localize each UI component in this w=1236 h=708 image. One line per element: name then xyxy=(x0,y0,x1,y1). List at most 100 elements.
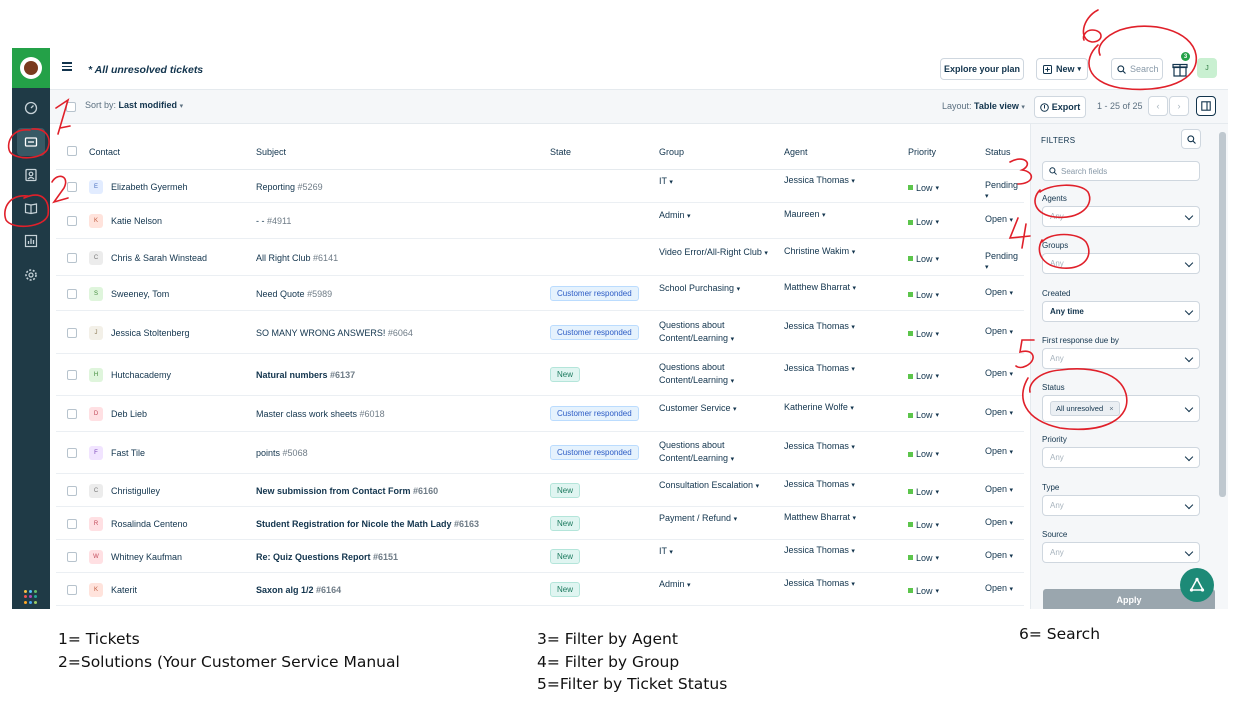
table-row[interactable]: S Sweeney, Tom Need Quote #5989 Customer re… xyxy=(56,276,1024,311)
type-select[interactable]: Any xyxy=(1042,495,1200,516)
column-state[interactable]: State xyxy=(550,147,571,157)
status-dropdown[interactable]: Open ▾ xyxy=(985,517,1013,527)
agent-dropdown[interactable]: Christine Wakim ▾ xyxy=(784,246,855,256)
group-dropdown[interactable]: IT ▾ xyxy=(659,175,673,189)
sort-dropdown[interactable]: Sort by: Last modified ▾ xyxy=(85,100,183,110)
export-button[interactable]: Export xyxy=(1034,96,1086,118)
column-priority[interactable]: Priority xyxy=(908,147,936,157)
row-checkbox[interactable] xyxy=(67,485,77,496)
priority-dropdown[interactable]: Low ▾ xyxy=(908,410,939,420)
row-checkbox[interactable] xyxy=(67,252,77,263)
table-row[interactable]: R Rosalinda Centeno Student Registration f… xyxy=(56,507,1024,540)
reports-icon[interactable] xyxy=(17,227,45,255)
ticket-subject[interactable]: Master class work sheets #6018 xyxy=(256,409,385,419)
priority-select[interactable]: Any xyxy=(1042,447,1200,468)
column-status[interactable]: Status xyxy=(985,147,1011,157)
priority-dropdown[interactable]: Low ▾ xyxy=(908,520,939,530)
status-dropdown[interactable]: Open ▾ xyxy=(985,368,1013,378)
toggle-filters-button[interactable] xyxy=(1196,96,1216,116)
explore-plan-button[interactable]: Explore your plan xyxy=(940,58,1024,80)
table-row[interactable]: K Katie Nelson - - #4911 Admin ▾ Maureen ▾ Lo… xyxy=(56,203,1024,239)
group-dropdown[interactable]: Questions about Content/Learning ▾ xyxy=(659,439,734,466)
row-checkbox[interactable] xyxy=(67,584,77,595)
solutions-icon[interactable] xyxy=(17,194,45,222)
select-all-checkbox[interactable] xyxy=(66,102,76,112)
agent-dropdown[interactable]: Jessica Thomas ▾ xyxy=(784,441,855,451)
status-dropdown[interactable]: Open ▾ xyxy=(985,484,1013,494)
priority-dropdown[interactable]: Low ▾ xyxy=(908,254,939,264)
group-dropdown[interactable]: Video Error/All-Right Club ▾ xyxy=(659,246,768,260)
agent-dropdown[interactable]: Jessica Thomas ▾ xyxy=(784,363,855,373)
status-dropdown[interactable]: Pending ▾ xyxy=(985,251,1024,271)
tickets-icon[interactable] xyxy=(17,128,45,156)
contact-name[interactable]: Elizabeth Gyermeh xyxy=(111,182,188,192)
ticket-subject[interactable]: - - #4911 xyxy=(256,216,291,226)
priority-dropdown[interactable]: Low ▾ xyxy=(908,487,939,497)
row-checkbox[interactable] xyxy=(67,288,77,299)
ticket-subject[interactable]: SO MANY WRONG ANSWERS! #6064 xyxy=(256,328,413,338)
group-dropdown[interactable]: Consultation Escalation ▾ xyxy=(659,479,759,493)
priority-dropdown[interactable]: Low ▾ xyxy=(908,183,939,193)
filter-fields-search[interactable]: Search fields xyxy=(1042,161,1200,181)
table-row[interactable]: J Jessica Stoltenberg SO MANY WRONG ANSWER… xyxy=(56,311,1024,354)
created-select[interactable]: Any time xyxy=(1042,301,1200,322)
status-dropdown[interactable]: Open ▾ xyxy=(985,407,1013,417)
column-subject[interactable]: Subject xyxy=(256,147,286,157)
row-checkbox[interactable] xyxy=(67,518,77,529)
agent-dropdown[interactable]: Matthew Bharrat ▾ xyxy=(784,512,856,522)
contacts-icon[interactable] xyxy=(17,161,45,189)
priority-dropdown[interactable]: Low ▾ xyxy=(908,329,939,339)
status-dropdown[interactable]: Open ▾ xyxy=(985,326,1013,336)
group-dropdown[interactable]: IT ▾ xyxy=(659,545,673,559)
contact-name[interactable]: Hutchacademy xyxy=(111,370,171,380)
contact-name[interactable]: Deb Lieb xyxy=(111,409,147,419)
agent-dropdown[interactable]: Jessica Thomas ▾ xyxy=(784,175,855,185)
column-contact[interactable]: Contact xyxy=(89,147,120,157)
status-select[interactable]: All unresolved × xyxy=(1042,395,1200,422)
ticket-subject[interactable]: Re: Quiz Questions Report #6151 xyxy=(256,552,398,562)
ticket-subject[interactable]: Need Quote #5989 xyxy=(256,289,332,299)
contact-name[interactable]: Katie Nelson xyxy=(111,216,162,226)
agent-dropdown[interactable]: Maureen ▾ xyxy=(784,209,826,219)
prev-page-button[interactable]: ‹ xyxy=(1148,96,1168,116)
contact-name[interactable]: Jessica Stoltenberg xyxy=(111,328,190,338)
priority-dropdown[interactable]: Low ▾ xyxy=(908,449,939,459)
ticket-subject[interactable]: All Right Club #6141 xyxy=(256,253,338,263)
status-dropdown[interactable]: Open ▾ xyxy=(985,446,1013,456)
agent-dropdown[interactable]: Jessica Thomas ▾ xyxy=(784,578,855,588)
row-checkbox[interactable] xyxy=(67,370,77,380)
group-dropdown[interactable]: School Purchasing ▾ xyxy=(659,282,740,296)
group-dropdown[interactable]: Admin ▾ xyxy=(659,578,691,592)
agent-dropdown[interactable]: Matthew Bharrat ▾ xyxy=(784,282,856,292)
agent-dropdown[interactable]: Katherine Wolfe ▾ xyxy=(784,402,854,412)
table-row[interactable]: W Whitney Kaufman Re: Quiz Questions Repor… xyxy=(56,540,1024,573)
row-checkbox[interactable] xyxy=(67,327,77,338)
settings-icon[interactable] xyxy=(17,261,45,289)
filter-search-button[interactable] xyxy=(1181,129,1201,149)
column-group[interactable]: Group xyxy=(659,147,684,157)
contact-name[interactable]: Sweeney, Tom xyxy=(111,289,169,299)
group-dropdown[interactable]: Questions about Content/Learning ▾ xyxy=(659,361,734,388)
status-dropdown[interactable]: Open ▾ xyxy=(985,287,1013,297)
table-row[interactable]: K Katerit Saxon alg 1/2 #6164 New Admin ▾ Jes… xyxy=(56,573,1024,606)
row-checkbox[interactable] xyxy=(67,409,77,419)
status-dropdown[interactable]: Open ▾ xyxy=(985,583,1013,593)
filters-scrollbar[interactable] xyxy=(1219,132,1226,497)
ticket-subject[interactable]: Saxon alg 1/2 #6164 xyxy=(256,585,341,595)
new-button[interactable]: New ▾ xyxy=(1036,58,1088,80)
contact-name[interactable]: Christigulley xyxy=(111,486,160,496)
groups-select[interactable]: Any xyxy=(1042,253,1200,274)
priority-dropdown[interactable]: Low ▾ xyxy=(908,553,939,563)
table-row[interactable]: E Elizabeth Gyermeh Reporting #5269 IT ▾ Jes… xyxy=(56,170,1024,203)
agent-dropdown[interactable]: Jessica Thomas ▾ xyxy=(784,321,855,331)
row-checkbox[interactable] xyxy=(67,551,77,562)
table-row[interactable]: F Fast Tile points #5068 Customer responded… xyxy=(56,432,1024,474)
help-widget-button[interactable] xyxy=(1180,568,1214,602)
table-row[interactable]: C Christigulley New submission from Contac… xyxy=(56,474,1024,507)
agent-dropdown[interactable]: Jessica Thomas ▾ xyxy=(784,545,855,555)
brand-logo[interactable] xyxy=(12,48,50,88)
row-checkbox[interactable] xyxy=(67,181,77,192)
header-checkbox[interactable] xyxy=(67,146,77,156)
contact-name[interactable]: Whitney Kaufman xyxy=(111,552,182,562)
apps-grid-icon[interactable] xyxy=(24,590,38,604)
